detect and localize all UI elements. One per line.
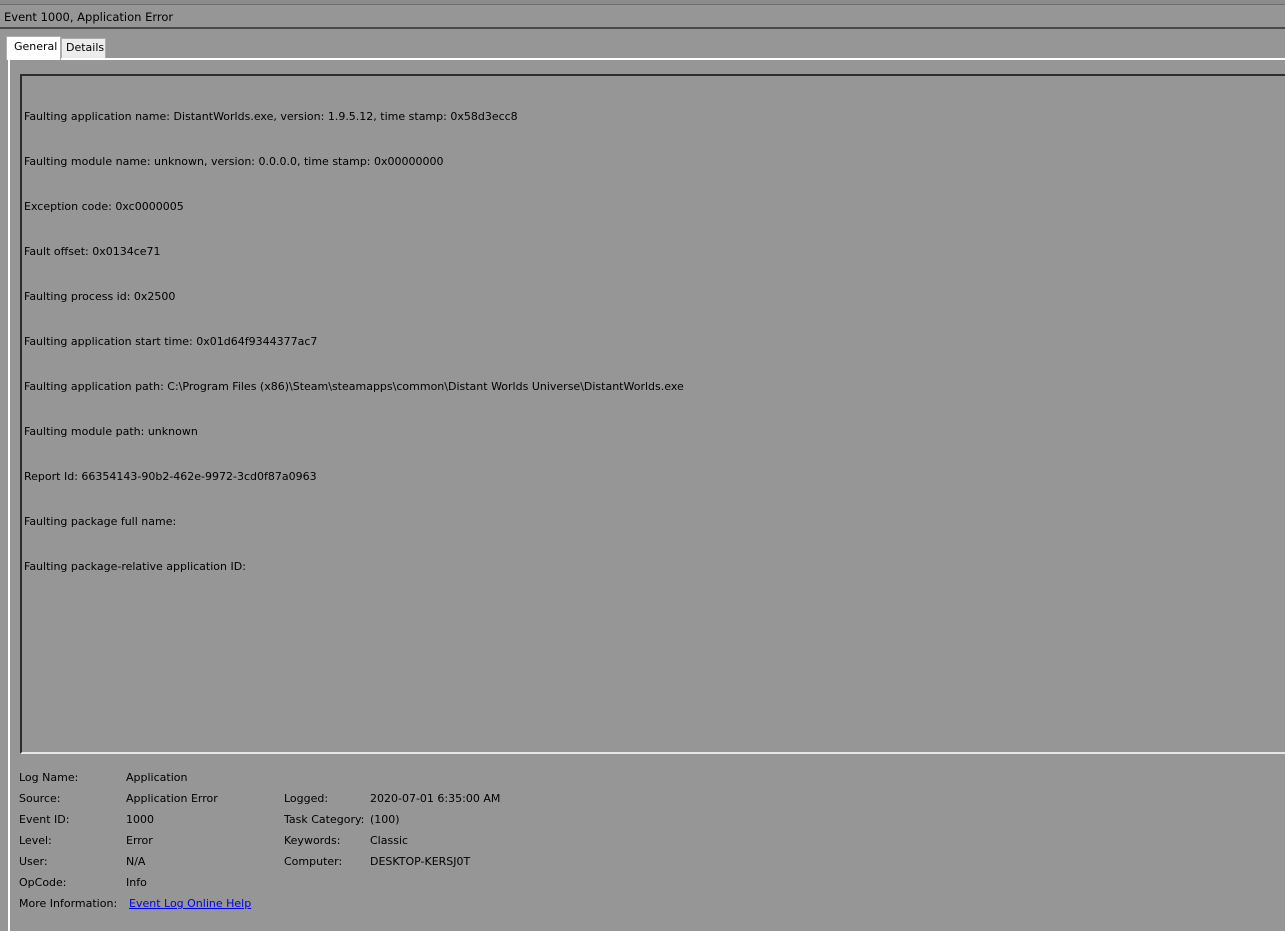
- description-line: Exception code: 0xc0000005: [24, 200, 184, 213]
- logged-value: 2020-07-01 6:35:00 AM: [370, 792, 501, 805]
- source-value: Application Error: [126, 792, 218, 805]
- keywords-value: Classic: [370, 834, 409, 847]
- event-log-online-help-link[interactable]: Event Log Online Help: [129, 897, 251, 911]
- opcode-value: Info: [126, 876, 147, 889]
- description-line: Faulting package-relative application ID…: [24, 560, 250, 573]
- description-line: Report Id: 66354143-90b2-462e-9972-3cd0f…: [24, 470, 317, 483]
- source-label: Source:: [19, 792, 61, 805]
- opcode-label: OpCode:: [19, 876, 67, 889]
- user-value: N/A: [126, 855, 146, 868]
- description-line: Faulting module path: unknown: [24, 425, 198, 438]
- event-id-label: Event ID:: [19, 813, 70, 826]
- description-line: Faulting application name: DistantWorlds…: [24, 110, 518, 123]
- computer-label: Computer:: [284, 855, 343, 868]
- event-description-textbox[interactable]: Faulting application name: DistantWorlds…: [20, 74, 1285, 754]
- more-information-label: More Information:: [19, 897, 118, 910]
- description-line: Faulting package full name:: [24, 515, 180, 528]
- task-category-value: (100): [370, 813, 400, 826]
- keywords-label: Keywords:: [284, 834, 341, 847]
- event-description-lines: Faulting application name: DistantWorlds…: [24, 79, 684, 604]
- event-id-value: 1000: [126, 813, 154, 826]
- logged-label: Logged:: [284, 792, 329, 805]
- level-value: Error: [126, 834, 153, 847]
- log-name-value: Application: [126, 771, 188, 784]
- log-name-label: Log Name:: [19, 771, 79, 784]
- tab-details[interactable]: Details: [61, 38, 106, 58]
- tab-general[interactable]: General: [6, 36, 61, 60]
- description-line: Faulting process id: 0x2500: [24, 290, 176, 303]
- computer-value: DESKTOP-KERSJ0T: [370, 855, 471, 868]
- window-title: Event 1000, Application Error: [4, 10, 174, 24]
- user-label: User:: [19, 855, 48, 868]
- title-bar: Event 1000, Application Error: [0, 6, 1285, 29]
- task-category-label: Task Category:: [284, 813, 365, 826]
- tab-panel-border: [8, 58, 1285, 60]
- description-line: Fault offset: 0x0134ce71: [24, 245, 161, 258]
- top-strip: [0, 0, 1285, 5]
- description-line: Faulting application start time: 0x01d64…: [24, 335, 318, 348]
- tab-panel-left-border: [8, 58, 10, 931]
- description-line: Faulting application path: C:\Program Fi…: [24, 380, 684, 393]
- level-label: Level:: [19, 834, 52, 847]
- description-line: Faulting module name: unknown, version: …: [24, 155, 444, 168]
